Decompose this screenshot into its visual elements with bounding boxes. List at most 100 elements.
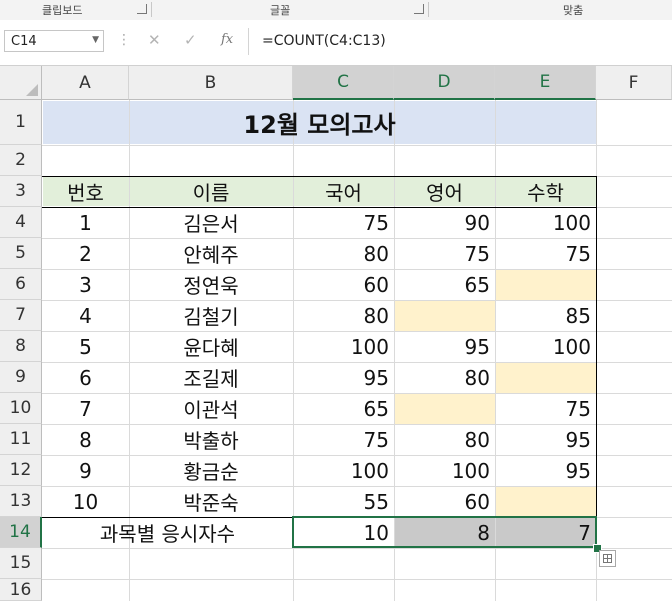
select-all-button[interactable] [0, 66, 42, 100]
cell-korean-score[interactable]: 80 [293, 238, 394, 269]
cell-math-score[interactable] [495, 486, 596, 517]
row-header-8[interactable]: 8 [0, 331, 42, 362]
row-header-7[interactable]: 7 [0, 300, 42, 331]
cell-name[interactable]: 김은서 [129, 207, 293, 238]
row-header-4[interactable]: 4 [0, 207, 42, 238]
cell-korean-score[interactable]: 75 [293, 424, 394, 455]
cell-name[interactable]: 박준숙 [129, 486, 293, 517]
cell-name[interactable]: 박출하 [129, 424, 293, 455]
cancel-icon[interactable]: ✕ [148, 31, 161, 49]
cell-name[interactable]: 정연욱 [129, 269, 293, 300]
cell-name[interactable]: 김철기 [129, 300, 293, 331]
gridline [42, 145, 672, 146]
cell-math-score[interactable]: 85 [495, 300, 596, 331]
gridline [42, 548, 672, 549]
cell-name[interactable]: 조길제 [129, 362, 293, 393]
cell-math-score[interactable]: 75 [495, 238, 596, 269]
ribbon-group-alignment: 맞춤 [563, 4, 584, 17]
cell-name[interactable]: 안혜주 [129, 238, 293, 269]
cell-name[interactable]: 윤다혜 [129, 331, 293, 362]
row-header-15[interactable]: 15 [0, 548, 42, 579]
cell-number[interactable]: 7 [42, 393, 129, 424]
cell-number[interactable]: 8 [42, 424, 129, 455]
cell-name[interactable]: 황금순 [129, 455, 293, 486]
row-header-5[interactable]: 5 [0, 238, 42, 269]
cell-korean-score[interactable]: 75 [293, 207, 394, 238]
row-header-3[interactable]: 3 [0, 176, 42, 207]
selection-range-border [292, 516, 597, 548]
row-header-12[interactable]: 12 [0, 455, 42, 486]
row-header-2[interactable]: 2 [0, 145, 42, 176]
quick-analysis-button[interactable] [599, 550, 616, 567]
column-header-e[interactable]: E [495, 66, 596, 100]
column-header-d[interactable]: D [394, 66, 495, 100]
cell-math-score[interactable] [495, 362, 596, 393]
cell-english-score[interactable]: 65 [394, 269, 495, 300]
column-header-f[interactable]: F [596, 66, 672, 100]
font-dialog-launcher-icon[interactable] [414, 4, 424, 14]
cell-korean-score[interactable]: 100 [293, 455, 394, 486]
row-header-1[interactable]: 1 [0, 100, 42, 145]
ribbon-separator [428, 2, 429, 17]
column-header-c[interactable]: C [293, 66, 394, 100]
header-cell-math[interactable]: 수학 [495, 176, 596, 207]
cell-math-score[interactable] [495, 269, 596, 300]
cell-number[interactable]: 1 [42, 207, 129, 238]
cell-english-score[interactable] [394, 300, 495, 331]
summary-label-cell[interactable]: 과목별 응시자수 [42, 517, 293, 548]
chevron-down-icon[interactable]: ▼ [92, 35, 99, 45]
formula-input[interactable]: =COUNT(C4:C13) [262, 33, 386, 49]
cell-english-score[interactable]: 75 [394, 238, 495, 269]
cell-math-score[interactable]: 100 [495, 207, 596, 238]
cell-english-score[interactable]: 100 [394, 455, 495, 486]
header-cell-number[interactable]: 번호 [42, 176, 129, 207]
cell-english-score[interactable]: 60 [394, 486, 495, 517]
cell-math-score[interactable]: 95 [495, 455, 596, 486]
cell-number[interactable]: 5 [42, 331, 129, 362]
sheet-title-cell[interactable]: 12월 모의고사 [42, 100, 597, 145]
cell-number[interactable]: 4 [42, 300, 129, 331]
row-header-6[interactable]: 6 [0, 269, 42, 300]
cell-english-score[interactable] [394, 393, 495, 424]
header-cell-korean[interactable]: 국어 [293, 176, 394, 207]
ribbon-group-font: 글꼴 [270, 4, 291, 17]
name-box[interactable]: C14 ▼ [4, 30, 104, 52]
insert-function-icon[interactable]: fx [221, 32, 233, 47]
cell-english-score[interactable]: 80 [394, 362, 495, 393]
cell-math-score[interactable]: 75 [495, 393, 596, 424]
cell-korean-score[interactable]: 65 [293, 393, 394, 424]
cell-korean-score[interactable]: 60 [293, 269, 394, 300]
cell-number[interactable]: 10 [42, 486, 129, 517]
row-header-13[interactable]: 13 [0, 486, 42, 517]
cell-number[interactable]: 3 [42, 269, 129, 300]
cell-number[interactable]: 6 [42, 362, 129, 393]
cell-number[interactable]: 9 [42, 455, 129, 486]
column-header-a[interactable]: A [42, 66, 129, 100]
row-header-9[interactable]: 9 [0, 362, 42, 393]
formula-bar: C14 ▼ ⋮ ✕ ✓ fx =COUNT(C4:C13) [0, 20, 672, 66]
row-header-10[interactable]: 10 [0, 393, 42, 424]
cell-english-score[interactable]: 80 [394, 424, 495, 455]
more-options-icon[interactable]: ⋮ [117, 32, 131, 48]
ribbon-group-labels: 클립보드 글꼴 맞춤 [0, 0, 672, 21]
cell-korean-score[interactable]: 100 [293, 331, 394, 362]
row-header-14[interactable]: 14 [0, 517, 42, 548]
cell-math-score[interactable]: 100 [495, 331, 596, 362]
header-cell-english[interactable]: 영어 [394, 176, 495, 207]
cell-name[interactable]: 이관석 [129, 393, 293, 424]
clipboard-dialog-launcher-icon[interactable] [137, 4, 147, 14]
cell-english-score[interactable]: 90 [394, 207, 495, 238]
column-header-b[interactable]: B [129, 66, 293, 100]
name-box-value: C14 [11, 34, 37, 49]
cell-korean-score[interactable]: 80 [293, 300, 394, 331]
cell-math-score[interactable]: 95 [495, 424, 596, 455]
cell-english-score[interactable]: 95 [394, 331, 495, 362]
cell-korean-score[interactable]: 55 [293, 486, 394, 517]
formula-bar-divider [248, 28, 249, 55]
cell-number[interactable]: 2 [42, 238, 129, 269]
row-header-11[interactable]: 11 [0, 424, 42, 455]
header-cell-name[interactable]: 이름 [129, 176, 293, 207]
row-header-16[interactable]: 16 [0, 579, 42, 601]
cell-korean-score[interactable]: 95 [293, 362, 394, 393]
enter-icon[interactable]: ✓ [184, 31, 197, 49]
